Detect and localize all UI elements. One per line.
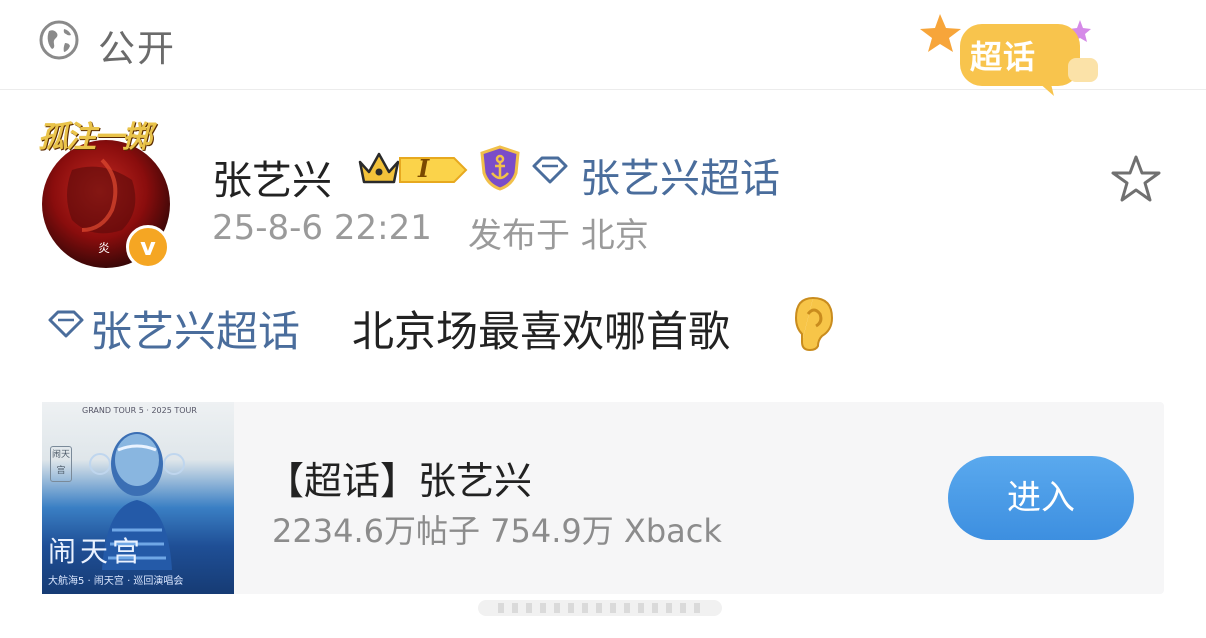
globe-icon (39, 20, 79, 60)
post-text: 北京场最喜欢哪首歌 (352, 307, 731, 356)
supertopic-stats: 2234.6万帖子 754.9万 Xback (272, 512, 722, 550)
supertopic-card[interactable]: GRAND TOUR 5 · 2025 TOUR 闹天宫 闹天宫 大航海5 · … (42, 402, 1164, 594)
author-name[interactable]: 张艺兴 (212, 148, 332, 206)
watermark (478, 600, 722, 616)
anchor-badge-icon (480, 145, 520, 191)
svg-text:炎: 炎 (98, 241, 110, 255)
diamond-icon (532, 156, 568, 184)
post-location: 发布于 北京 (468, 216, 649, 256)
level-tag (399, 157, 468, 183)
supertopic-logo-text: 超话 (970, 38, 1037, 76)
cover-side-label: 闹天宫 (50, 446, 72, 482)
ear-icon (794, 297, 834, 352)
level-text: I (418, 154, 430, 183)
supertopic-cover-image: GRAND TOUR 5 · 2025 TOUR 闹天宫 闹天宫 大航海5 · … (42, 402, 234, 594)
cover-subcaption: 大航海5 · 闹天宫 · 巡回演唱会 (48, 576, 184, 587)
cover-caption: 闹天宫 (48, 535, 145, 568)
star-icon[interactable] (1110, 154, 1162, 204)
body-supertopic-link[interactable]: 张艺兴超话 (90, 298, 300, 359)
enter-button[interactable]: 进入 (948, 456, 1134, 540)
diamond-icon (48, 310, 84, 338)
supertopic-title: 【超话】张艺兴 (266, 459, 533, 503)
avatar-title: 孤注一掷 (38, 120, 152, 155)
author-supertopic-link[interactable]: 张艺兴超话 (580, 146, 780, 204)
visibility-label: 公开 (98, 27, 176, 70)
visibility-bar: 公开 超话 (0, 0, 1206, 96)
crown-icon (358, 152, 400, 184)
verified-badge: v (126, 225, 170, 269)
cover-header-text: GRAND TOUR 5 · 2025 TOUR (82, 406, 197, 415)
post-timestamp: 25-8-6 22:21 (212, 208, 432, 248)
